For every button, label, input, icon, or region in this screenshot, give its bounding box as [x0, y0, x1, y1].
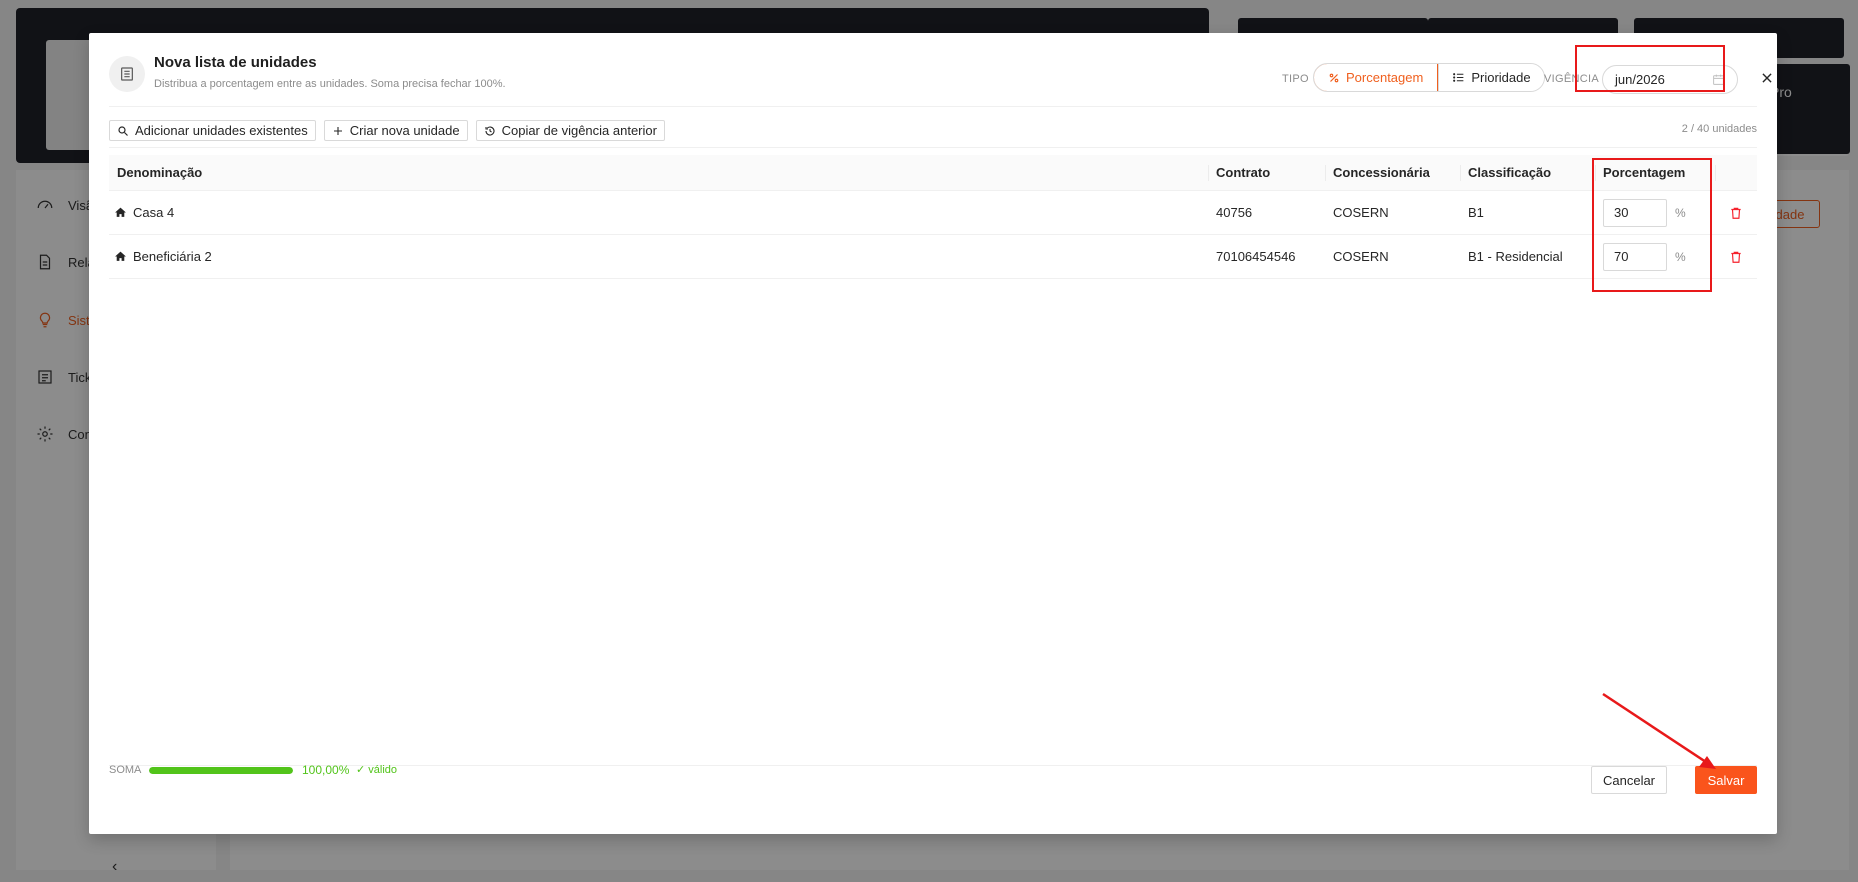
column-header-porcentagem: Porcentagem [1595, 155, 1715, 190]
soma-total: 100,00% [302, 763, 350, 777]
copy-previous-vigencia-button[interactable]: Copiar de vigência anterior [475, 120, 665, 141]
new-unit-list-modal: Nova lista de unidades Distribua a porce… [89, 33, 1777, 834]
tipo-label: TIPO [1282, 73, 1309, 85]
column-header-denominacao: Denominação [117, 165, 203, 180]
table-header: Denominação Contrato Concessionária Clas… [109, 155, 1757, 191]
tipo-option-porcentagem[interactable]: Porcentagem [1313, 64, 1439, 91]
toolbar-divider [109, 147, 1757, 148]
copy-previous-vigencia-label: Copiar de vigência anterior [501, 123, 657, 138]
column-header-classificacao: Classificação [1460, 155, 1595, 190]
cell-denominacao: Casa 4 [109, 191, 1208, 234]
create-new-unit-button[interactable]: Criar nova unidade [323, 120, 468, 141]
column-header-concessionaria: Concessionária [1325, 155, 1460, 190]
soma-progress-fill [149, 767, 293, 774]
cell-contrato: 40756 [1216, 205, 1253, 220]
tipo-option-label: Porcentagem [1346, 70, 1424, 85]
add-existing-units-label: Adicionar unidades existentes [135, 123, 308, 138]
vigencia-label: VIGÊNCIA [1544, 73, 1599, 85]
percentage-input[interactable]: 30 [1603, 198, 1667, 227]
modal-footer: SOMA 100,00% ✓ válido Cancelar Salvar [109, 733, 1757, 805]
create-new-unit-label: Criar nova unidade [349, 123, 460, 138]
cell-concessionaria: COSERN [1333, 249, 1389, 264]
soma-label: SOMA [109, 764, 142, 776]
cell-porcentagem: 70 % [1595, 235, 1715, 278]
home-icon [115, 251, 126, 261]
list-icon [109, 56, 145, 92]
soma-progress-bar [149, 767, 293, 774]
tipo-segmented-control: Porcentagem Prioridade [1313, 63, 1545, 92]
modal-header: Nova lista de unidades Distribua a porce… [109, 51, 1772, 103]
percentage-input[interactable]: 70 [1603, 242, 1667, 271]
column-header-contrato: Contrato [1208, 155, 1325, 190]
calendar-icon [1713, 74, 1724, 85]
cell-concessionaria: COSERN [1333, 205, 1389, 220]
cell-classificacao: B1 [1468, 205, 1484, 220]
percent-icon [1329, 73, 1339, 82]
cell-actions [1715, 235, 1757, 278]
close-icon [1762, 73, 1772, 83]
column-header-actions [1715, 155, 1757, 190]
add-existing-units-button[interactable]: Adicionar unidades existentes [109, 120, 316, 141]
save-button[interactable]: Salvar [1695, 766, 1757, 794]
unit-name: Casa 4 [133, 205, 175, 220]
history-icon [485, 125, 495, 136]
cell-contrato: 70106454546 [1216, 249, 1296, 264]
tipo-option-label: Prioridade [1471, 70, 1531, 85]
delete-icon[interactable] [1729, 206, 1743, 220]
table-row: Casa 4 40756 COSERN B1 30 % [109, 191, 1757, 235]
cell-actions [1715, 191, 1757, 234]
modal-title: Nova lista de unidades [154, 54, 317, 71]
cell-denominacao: Beneficiária 2 [109, 235, 1208, 278]
vigencia-value: jun/2026 [1615, 72, 1665, 87]
vigencia-date-picker[interactable]: jun/2026 [1602, 65, 1738, 94]
cancel-button[interactable]: Cancelar [1591, 766, 1667, 794]
home-icon [115, 207, 126, 217]
units-count: 2 / 40 unidades [1681, 123, 1757, 135]
plus-icon [333, 126, 342, 135]
toolbar: Adicionar unidades existentes Criar nova… [109, 120, 665, 141]
percent-symbol: % [1675, 249, 1686, 264]
header-divider [109, 106, 1757, 107]
soma-valid-status: ✓ válido [356, 764, 398, 776]
delete-icon[interactable] [1729, 250, 1743, 264]
units-table: Denominação Contrato Concessionária Clas… [109, 155, 1757, 279]
percent-symbol: % [1675, 205, 1686, 220]
modal-subtitle: Distribua a porcentagem entre as unidade… [154, 78, 506, 90]
cell-porcentagem: 30 % [1595, 191, 1715, 234]
ordered-list-icon [1453, 73, 1464, 82]
unit-name: Beneficiária 2 [133, 249, 212, 264]
tipo-option-prioridade[interactable]: Prioridade [1438, 64, 1544, 91]
search-icon [118, 125, 128, 136]
close-button[interactable] [1754, 65, 1780, 91]
table-row: Beneficiária 2 70106454546 COSERN B1 - R… [109, 235, 1757, 279]
cell-classificacao: B1 - Residencial [1468, 249, 1563, 264]
